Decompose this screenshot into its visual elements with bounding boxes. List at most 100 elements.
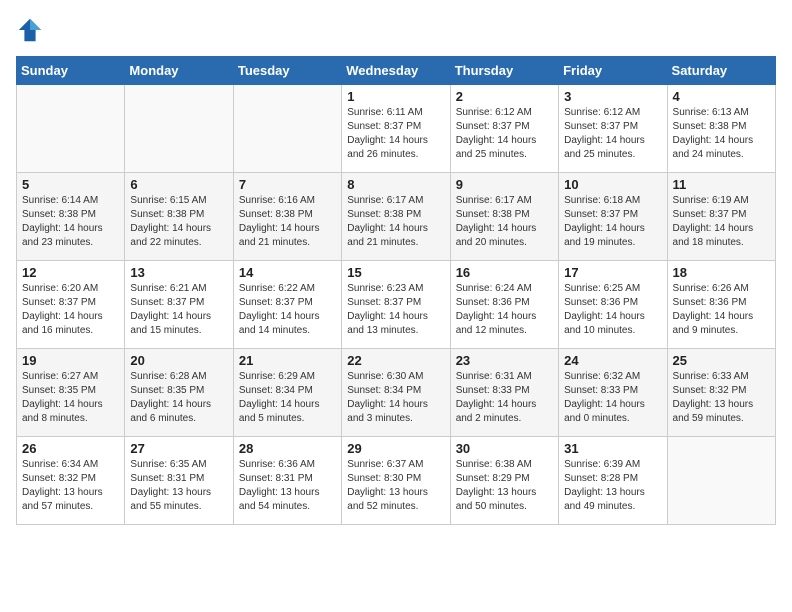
day-number: 25 [673,353,770,368]
day-info: Sunrise: 6:31 AM Sunset: 8:33 PM Dayligh… [456,370,553,426]
calendar-cell: 17 Sunrise: 6:25 AM Sunset: 8:36 PM Dayli… [559,261,667,349]
day-number: 20 [130,353,227,368]
calendar-cell: 19 Sunrise: 6:27 AM Sunset: 8:35 PM Dayli… [17,349,125,437]
day-info: Sunrise: 6:12 AM Sunset: 8:37 PM Dayligh… [564,106,661,162]
calendar-cell: 26 Sunrise: 6:34 AM Sunset: 8:32 PM Dayli… [17,437,125,525]
calendar-cell: 22 Sunrise: 6:30 AM Sunset: 8:34 PM Dayli… [342,349,450,437]
day-number: 8 [347,177,444,192]
day-info: Sunrise: 6:13 AM Sunset: 8:38 PM Dayligh… [673,106,770,162]
day-info: Sunrise: 6:39 AM Sunset: 8:28 PM Dayligh… [564,458,661,514]
day-info: Sunrise: 6:22 AM Sunset: 8:37 PM Dayligh… [239,282,336,338]
day-info: Sunrise: 6:37 AM Sunset: 8:30 PM Dayligh… [347,458,444,514]
calendar-cell: 1Sunrise: 6:11 AM Sunset: 8:37 PM Daylig… [342,85,450,173]
day-number: 31 [564,441,661,456]
logo [16,16,48,44]
calendar-cell [125,85,233,173]
day-number: 28 [239,441,336,456]
calendar-cell: 3 Sunrise: 6:12 AM Sunset: 8:37 PM Daylig… [559,85,667,173]
calendar-cell: 8 Sunrise: 6:17 AM Sunset: 8:38 PM Daylig… [342,173,450,261]
day-number: 30 [456,441,553,456]
calendar-cell: 6 Sunrise: 6:15 AM Sunset: 8:38 PM Daylig… [125,173,233,261]
day-info: Sunrise: 6:15 AM Sunset: 8:38 PM Dayligh… [130,194,227,250]
day-number: 29 [347,441,444,456]
day-number: 11 [673,177,770,192]
day-number: 21 [239,353,336,368]
calendar-cell: 10 Sunrise: 6:18 AM Sunset: 8:37 PM Dayli… [559,173,667,261]
day-info: Sunrise: 6:16 AM Sunset: 8:38 PM Dayligh… [239,194,336,250]
day-info: Sunrise: 6:34 AM Sunset: 8:32 PM Dayligh… [22,458,119,514]
weekday-header-saturday: Saturday [667,57,775,85]
calendar-cell: 15 Sunrise: 6:23 AM Sunset: 8:37 PM Dayli… [342,261,450,349]
day-number: 12 [22,265,119,280]
calendar-cell: 7 Sunrise: 6:16 AM Sunset: 8:38 PM Daylig… [233,173,341,261]
day-number: 7 [239,177,336,192]
day-info: Sunrise: 6:36 AM Sunset: 8:31 PM Dayligh… [239,458,336,514]
day-info: Sunrise: 6:17 AM Sunset: 8:38 PM Dayligh… [456,194,553,250]
weekday-header-thursday: Thursday [450,57,558,85]
day-info: Sunrise: 6:26 AM Sunset: 8:36 PM Dayligh… [673,282,770,338]
day-number: 1 [347,89,444,104]
calendar-cell: 2 Sunrise: 6:12 AM Sunset: 8:37 PM Daylig… [450,85,558,173]
calendar-cell: 12 Sunrise: 6:20 AM Sunset: 8:37 PM Dayli… [17,261,125,349]
day-info: Sunrise: 6:24 AM Sunset: 8:36 PM Dayligh… [456,282,553,338]
day-number: 19 [22,353,119,368]
calendar-cell: 23 Sunrise: 6:31 AM Sunset: 8:33 PM Dayli… [450,349,558,437]
calendar-cell: 18 Sunrise: 6:26 AM Sunset: 8:36 PM Dayli… [667,261,775,349]
calendar-cell: 20 Sunrise: 6:28 AM Sunset: 8:35 PM Dayli… [125,349,233,437]
day-number: 10 [564,177,661,192]
weekday-header-row: SundayMondayTuesdayWednesdayThursdayFrid… [17,57,776,85]
day-number: 5 [22,177,119,192]
weekday-header-wednesday: Wednesday [342,57,450,85]
day-info: Sunrise: 6:12 AM Sunset: 8:37 PM Dayligh… [456,106,553,162]
calendar-cell: 24 Sunrise: 6:32 AM Sunset: 8:33 PM Dayli… [559,349,667,437]
day-number: 2 [456,89,553,104]
calendar-cell: 11 Sunrise: 6:19 AM Sunset: 8:37 PM Dayli… [667,173,775,261]
calendar-cell [17,85,125,173]
logo-icon [16,16,44,44]
day-info: Sunrise: 6:32 AM Sunset: 8:33 PM Dayligh… [564,370,661,426]
day-info: Sunrise: 6:35 AM Sunset: 8:31 PM Dayligh… [130,458,227,514]
calendar-cell: 30 Sunrise: 6:38 AM Sunset: 8:29 PM Dayli… [450,437,558,525]
calendar-cell: 21 Sunrise: 6:29 AM Sunset: 8:34 PM Dayli… [233,349,341,437]
calendar-cell [667,437,775,525]
day-number: 9 [456,177,553,192]
day-info: Sunrise: 6:29 AM Sunset: 8:34 PM Dayligh… [239,370,336,426]
day-number: 16 [456,265,553,280]
calendar-cell: 31 Sunrise: 6:39 AM Sunset: 8:28 PM Dayli… [559,437,667,525]
day-info: Sunrise: 6:18 AM Sunset: 8:37 PM Dayligh… [564,194,661,250]
calendar-cell: 29 Sunrise: 6:37 AM Sunset: 8:30 PM Dayli… [342,437,450,525]
calendar-week-4: 19 Sunrise: 6:27 AM Sunset: 8:35 PM Dayli… [17,349,776,437]
calendar-cell [233,85,341,173]
day-number: 6 [130,177,227,192]
day-info: Sunrise: 6:23 AM Sunset: 8:37 PM Dayligh… [347,282,444,338]
day-info: Sunrise: 6:17 AM Sunset: 8:38 PM Dayligh… [347,194,444,250]
calendar-cell: 9 Sunrise: 6:17 AM Sunset: 8:38 PM Daylig… [450,173,558,261]
day-number: 14 [239,265,336,280]
weekday-header-friday: Friday [559,57,667,85]
calendar-cell: 16 Sunrise: 6:24 AM Sunset: 8:36 PM Dayli… [450,261,558,349]
day-number: 24 [564,353,661,368]
calendar-cell: 27Sunrise: 6:35 AM Sunset: 8:31 PM Dayli… [125,437,233,525]
day-info: Sunrise: 6:28 AM Sunset: 8:35 PM Dayligh… [130,370,227,426]
day-number: 15 [347,265,444,280]
day-number: 22 [347,353,444,368]
calendar-table: SundayMondayTuesdayWednesdayThursdayFrid… [16,56,776,525]
day-info: Sunrise: 6:21 AM Sunset: 8:37 PM Dayligh… [130,282,227,338]
calendar-cell: 4Sunrise: 6:13 AM Sunset: 8:38 PM Daylig… [667,85,775,173]
day-info: Sunrise: 6:25 AM Sunset: 8:36 PM Dayligh… [564,282,661,338]
day-number: 23 [456,353,553,368]
calendar-cell: 5 Sunrise: 6:14 AM Sunset: 8:38 PM Daylig… [17,173,125,261]
day-info: Sunrise: 6:19 AM Sunset: 8:37 PM Dayligh… [673,194,770,250]
day-info: Sunrise: 6:30 AM Sunset: 8:34 PM Dayligh… [347,370,444,426]
day-info: Sunrise: 6:27 AM Sunset: 8:35 PM Dayligh… [22,370,119,426]
calendar-week-1: 1Sunrise: 6:11 AM Sunset: 8:37 PM Daylig… [17,85,776,173]
day-number: 18 [673,265,770,280]
day-number: 26 [22,441,119,456]
day-info: Sunrise: 6:38 AM Sunset: 8:29 PM Dayligh… [456,458,553,514]
day-number: 17 [564,265,661,280]
page-header [16,16,776,44]
calendar-week-3: 12 Sunrise: 6:20 AM Sunset: 8:37 PM Dayli… [17,261,776,349]
day-info: Sunrise: 6:14 AM Sunset: 8:38 PM Dayligh… [22,194,119,250]
day-info: Sunrise: 6:20 AM Sunset: 8:37 PM Dayligh… [22,282,119,338]
day-number: 3 [564,89,661,104]
